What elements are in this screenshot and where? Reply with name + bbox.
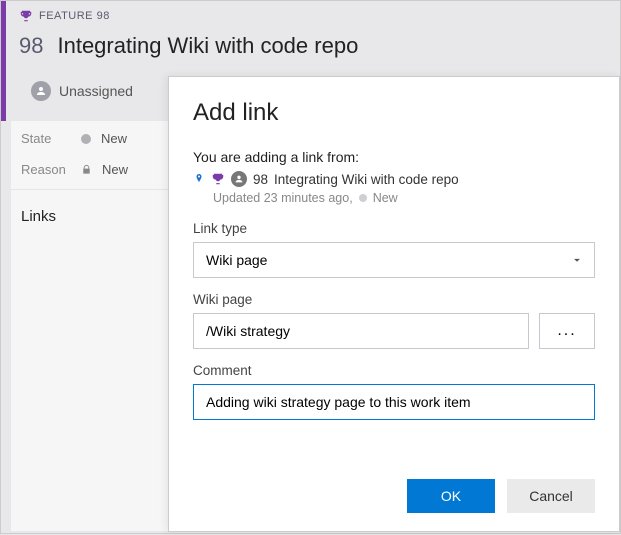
ok-button[interactable]: OK xyxy=(407,479,495,513)
trophy-icon xyxy=(211,172,225,186)
state-dot-icon xyxy=(359,194,367,202)
updated-text: Updated 23 minutes ago, xyxy=(213,191,353,205)
context-text: You are adding a link from: xyxy=(193,149,595,165)
comment-label: Comment xyxy=(193,363,595,378)
state-field[interactable]: State New xyxy=(11,121,171,152)
browse-button[interactable]: ... xyxy=(539,313,595,349)
state-label: State xyxy=(21,131,71,146)
wiki-page-label: Wiki page xyxy=(193,292,595,307)
state-dot-icon xyxy=(81,134,91,144)
cancel-button[interactable]: Cancel xyxy=(507,479,595,513)
dialog-title: Add link xyxy=(193,99,595,127)
reason-value: New xyxy=(102,162,128,177)
pin-icon xyxy=(193,172,205,186)
work-item-type-label: FEATURE 98 xyxy=(39,10,110,22)
links-section-heading: Links xyxy=(11,189,171,243)
comment-input[interactable] xyxy=(193,384,595,420)
linked-item-state: New xyxy=(373,191,398,205)
assignee-value: Unassigned xyxy=(59,83,133,99)
accent-bar xyxy=(1,1,6,121)
wiki-page-input[interactable] xyxy=(193,313,529,349)
linked-item-id: 98 xyxy=(253,172,268,187)
state-value: New xyxy=(101,131,127,146)
link-type-value: Wiki page xyxy=(206,252,267,268)
side-panel: State New Reason New Links xyxy=(11,121,171,531)
trophy-icon xyxy=(19,9,33,23)
assignee-field[interactable]: Unassigned xyxy=(31,81,133,101)
identity-badge-icon xyxy=(231,171,247,187)
work-item-title-row: 98 Integrating Wiki with code repo xyxy=(19,33,358,59)
work-item-id: 98 xyxy=(19,33,43,59)
reason-field[interactable]: Reason New xyxy=(11,152,171,183)
linked-item-meta: Updated 23 minutes ago, New xyxy=(213,191,595,205)
chevron-down-icon xyxy=(570,253,584,267)
add-link-dialog: Add link You are adding a link from: 98 … xyxy=(168,76,620,532)
linked-item-row: 98 Integrating Wiki with code repo xyxy=(193,171,595,187)
lock-icon xyxy=(81,164,92,175)
reason-label: Reason xyxy=(21,162,71,177)
link-type-label: Link type xyxy=(193,221,595,236)
person-icon xyxy=(31,81,51,101)
linked-item-title: Integrating Wiki with code repo xyxy=(274,172,459,187)
work-item-title: Integrating Wiki with code repo xyxy=(57,33,358,59)
work-item-type-row: FEATURE 98 xyxy=(19,9,110,23)
link-type-select[interactable]: Wiki page xyxy=(193,242,595,278)
